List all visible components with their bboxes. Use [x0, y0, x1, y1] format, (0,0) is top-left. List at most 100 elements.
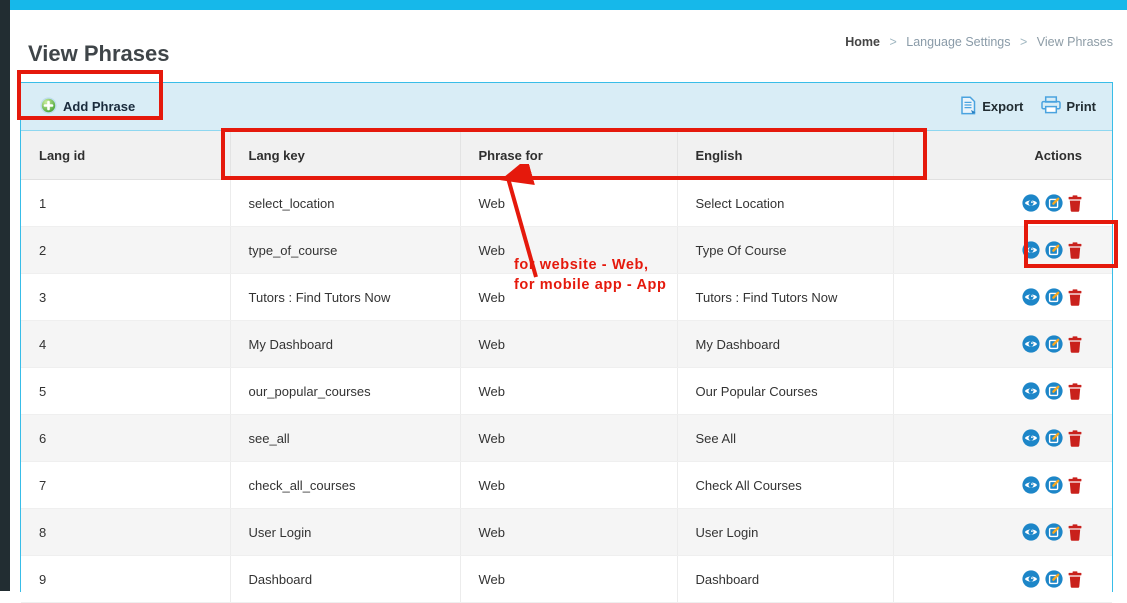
view-button[interactable]: [1022, 241, 1040, 259]
cell-actions: [893, 462, 1112, 509]
view-button[interactable]: [1022, 288, 1040, 306]
table-row: 5 our_popular_courses Web Our Popular Co…: [21, 368, 1112, 415]
table-row: 9 Dashboard Web Dashboard: [21, 556, 1112, 603]
trash-icon: [1068, 477, 1086, 494]
column-header-lang-key: Lang key: [230, 131, 460, 180]
trash-icon: [1068, 242, 1086, 259]
cell-lang-key: Tutors : Find Tutors Now: [230, 274, 460, 321]
edit-button[interactable]: [1045, 241, 1063, 259]
eye-icon: [1022, 241, 1040, 259]
cell-lang-id: 2: [21, 227, 230, 274]
row-actions: [1022, 523, 1086, 541]
cell-actions: [893, 227, 1112, 274]
eye-icon: [1022, 429, 1040, 447]
print-label: Print: [1066, 99, 1096, 114]
cell-lang-key: select_location: [230, 180, 460, 227]
delete-button[interactable]: [1068, 570, 1086, 588]
trash-icon: [1068, 524, 1086, 541]
edit-pencil-icon: [1045, 241, 1063, 259]
top-accent-bar: [10, 0, 1127, 10]
cell-phrase-for: Web: [460, 321, 677, 368]
panel-toolbar: Add Phrase Export: [21, 83, 1112, 131]
delete-button[interactable]: [1068, 335, 1086, 353]
edit-button[interactable]: [1045, 429, 1063, 447]
column-header-lang-id: Lang id: [21, 131, 230, 180]
eye-icon: [1022, 335, 1040, 353]
edit-pencil-icon: [1045, 523, 1063, 541]
cell-phrase-for: Web: [460, 274, 677, 321]
eye-icon: [1022, 194, 1040, 212]
edit-button[interactable]: [1045, 288, 1063, 306]
cell-actions: [893, 180, 1112, 227]
breadcrumb-separator: >: [889, 35, 896, 49]
cell-actions: [893, 321, 1112, 368]
phrases-table-body: 1 select_location Web Select Location: [21, 180, 1112, 603]
delete-button[interactable]: [1068, 429, 1086, 447]
breadcrumb-language-settings[interactable]: Language Settings: [906, 35, 1010, 49]
edit-button[interactable]: [1045, 335, 1063, 353]
table-row: 6 see_all Web See All: [21, 415, 1112, 462]
edit-button[interactable]: [1045, 382, 1063, 400]
eye-icon: [1022, 570, 1040, 588]
cell-actions: [893, 509, 1112, 556]
trash-icon: [1068, 430, 1086, 447]
delete-button[interactable]: [1068, 288, 1086, 306]
view-button[interactable]: [1022, 523, 1040, 541]
cell-phrase-for: Web: [460, 180, 677, 227]
edit-button[interactable]: [1045, 523, 1063, 541]
edit-button[interactable]: [1045, 476, 1063, 494]
cell-actions: [893, 368, 1112, 415]
phrases-table: Lang id Lang key Phrase for English Acti…: [21, 131, 1112, 603]
edit-pencil-icon: [1045, 429, 1063, 447]
delete-button[interactable]: [1068, 382, 1086, 400]
eye-icon: [1022, 476, 1040, 494]
cell-lang-key: check_all_courses: [230, 462, 460, 509]
view-button[interactable]: [1022, 335, 1040, 353]
cell-phrase-for: Web: [460, 368, 677, 415]
trash-icon: [1068, 289, 1086, 306]
cell-english: Our Popular Courses: [677, 368, 893, 415]
print-button[interactable]: Print: [1041, 96, 1096, 117]
view-button[interactable]: [1022, 570, 1040, 588]
cell-lang-id: 7: [21, 462, 230, 509]
cell-english: My Dashboard: [677, 321, 893, 368]
delete-button[interactable]: [1068, 523, 1086, 541]
delete-button[interactable]: [1068, 241, 1086, 259]
cell-lang-key: My Dashboard: [230, 321, 460, 368]
row-actions: [1022, 429, 1086, 447]
column-header-actions: Actions: [893, 131, 1112, 180]
table-row: 7 check_all_courses Web Check All Course…: [21, 462, 1112, 509]
view-button[interactable]: [1022, 429, 1040, 447]
export-button[interactable]: Export: [960, 96, 1023, 118]
edit-pencil-icon: [1045, 335, 1063, 353]
edit-button[interactable]: [1045, 194, 1063, 212]
trash-icon: [1068, 195, 1086, 212]
cell-english: User Login: [677, 509, 893, 556]
eye-icon: [1022, 523, 1040, 541]
cell-phrase-for: Web: [460, 556, 677, 603]
delete-button[interactable]: [1068, 476, 1086, 494]
column-header-english: English: [677, 131, 893, 180]
eye-icon: [1022, 382, 1040, 400]
cell-lang-key: see_all: [230, 415, 460, 462]
trash-icon: [1068, 336, 1086, 353]
export-print-tools: Export Print: [960, 96, 1096, 118]
view-button[interactable]: [1022, 194, 1040, 212]
row-actions: [1022, 288, 1086, 306]
edit-button[interactable]: [1045, 570, 1063, 588]
row-actions: [1022, 241, 1086, 259]
cell-actions: [893, 556, 1112, 603]
view-button[interactable]: [1022, 476, 1040, 494]
page-title: View Phrases: [28, 41, 169, 67]
breadcrumb-home[interactable]: Home: [845, 35, 880, 49]
table-row: 8 User Login Web User Login: [21, 509, 1112, 556]
cell-lang-key: type_of_course: [230, 227, 460, 274]
export-label: Export: [982, 99, 1023, 114]
cell-actions: [893, 415, 1112, 462]
add-phrase-button[interactable]: Add Phrase: [40, 97, 135, 117]
cell-lang-key: our_popular_courses: [230, 368, 460, 415]
view-button[interactable]: [1022, 382, 1040, 400]
cell-english: See All: [677, 415, 893, 462]
delete-button[interactable]: [1068, 194, 1086, 212]
breadcrumb: Home > Language Settings > View Phrases: [845, 35, 1113, 49]
